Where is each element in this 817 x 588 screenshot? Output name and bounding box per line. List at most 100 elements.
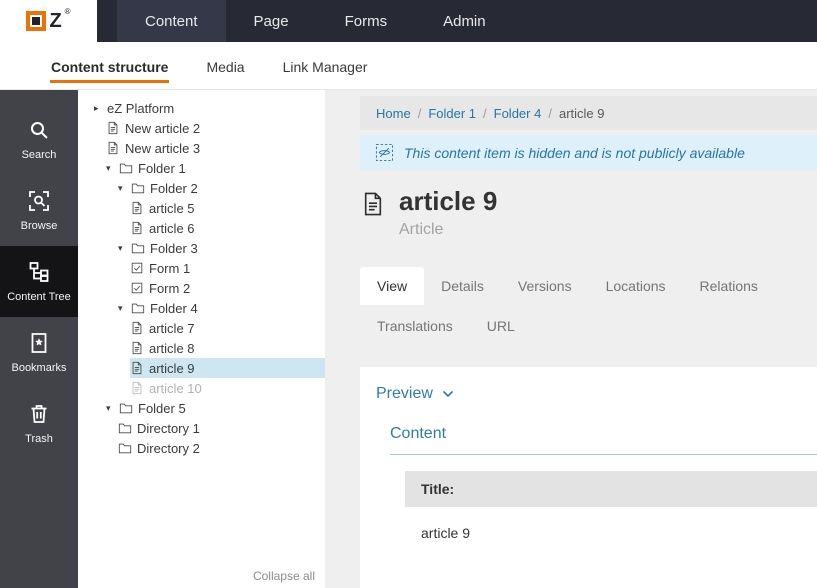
- sidebar-item-label: Content Tree: [7, 291, 71, 303]
- tree-item-folder-3[interactable]: ▾ Folder 3: [78, 238, 325, 258]
- browse-icon: [27, 189, 51, 213]
- tree-row-inner: article 8: [130, 338, 325, 358]
- tree-item-label: Form 2: [149, 281, 190, 296]
- tree-item-label: New article 3: [125, 141, 200, 156]
- app-frame: Search Browse Content Tree Bookmarks Tra…: [0, 90, 817, 588]
- topbar-tab-forms[interactable]: Forms: [317, 0, 416, 42]
- content-section-title: Content: [390, 425, 817, 455]
- tree-item-folder-4[interactable]: ▾ Folder 4: [78, 298, 325, 318]
- tree-item-form-2[interactable]: Form 2: [78, 278, 325, 298]
- preview-label: Preview: [376, 385, 433, 403]
- hidden-content-alert: This content item is hidden and is not p…: [360, 135, 817, 170]
- topbar-tab-content[interactable]: Content: [117, 0, 226, 42]
- tree-item-ez-platform[interactable]: ▸ eZ Platform: [78, 98, 325, 118]
- article-icon: [106, 141, 120, 155]
- tree-row-inner: New article 2: [106, 118, 325, 138]
- tree-row-inner: article 6: [130, 218, 325, 238]
- tree-row-inner: article 10: [130, 378, 325, 398]
- breadcrumb-separator: /: [548, 106, 552, 121]
- tree-item-label: article 8: [149, 341, 195, 356]
- sidebar-item-browse[interactable]: Browse: [0, 175, 78, 246]
- article-icon: [130, 201, 144, 215]
- tab-versions[interactable]: Versions: [501, 267, 589, 305]
- tree-item-folder-1[interactable]: ▾ Folder 1: [78, 158, 325, 178]
- ez-logo-text: Z: [49, 11, 61, 31]
- topbar-tab-admin[interactable]: Admin: [415, 0, 514, 42]
- tree-row-inner: ▾ Folder 2: [118, 178, 325, 198]
- tab-url[interactable]: URL: [470, 307, 532, 345]
- tree-item-article-6[interactable]: article 6: [78, 218, 325, 238]
- tree-item-directory-1[interactable]: Directory 1: [78, 418, 325, 438]
- tree-item-label: Directory 1: [137, 421, 200, 436]
- subnav: Content structure Media Link Manager: [0, 42, 817, 90]
- preview-toggle[interactable]: Preview: [360, 367, 817, 417]
- topbar-tabs: Content Page Forms Admin: [117, 0, 514, 42]
- tree-item-article-5[interactable]: article 5: [78, 198, 325, 218]
- ez-logo[interactable]: Z ®: [0, 0, 97, 42]
- collapse-all-button[interactable]: Collapse all: [253, 569, 315, 583]
- sidebar-item-label: Trash: [25, 433, 53, 445]
- article-icon: [130, 341, 144, 355]
- tree-item-folder-5[interactable]: ▾ Folder 5: [78, 398, 325, 418]
- sidebar-item-bookmarks[interactable]: Bookmarks: [0, 317, 78, 388]
- sidebar-item-trash[interactable]: Trash: [0, 388, 78, 459]
- tree-item-article-10-hidden[interactable]: article 10: [78, 378, 325, 398]
- tree-row-inner: Directory 1: [118, 418, 325, 438]
- sidebar-item-content-tree[interactable]: Content Tree: [0, 246, 78, 317]
- chevron-down-icon: [442, 390, 454, 398]
- sidebar-item-search[interactable]: Search: [0, 104, 78, 175]
- folder-icon: [131, 181, 145, 195]
- tab-details[interactable]: Details: [424, 267, 501, 305]
- breadcrumb: Home / Folder 1 / Folder 4 / article 9: [360, 96, 817, 130]
- tree-item-label: Folder 3: [150, 241, 198, 256]
- tree-item-directory-2[interactable]: Directory 2: [78, 438, 325, 458]
- sidebar-item-label: Browse: [21, 220, 58, 232]
- main-content: Home / Folder 1 / Folder 4 / article 9 T…: [325, 90, 817, 588]
- topbar-tab-page[interactable]: Page: [226, 0, 317, 42]
- tab-relations[interactable]: Relations: [683, 267, 775, 305]
- chevron-down-icon[interactable]: ▾: [106, 158, 119, 178]
- tree-item-article-7[interactable]: article 7: [78, 318, 325, 338]
- sidebar-item-label: Bookmarks: [11, 362, 66, 374]
- page-title: article 9: [399, 186, 497, 216]
- article-icon: [130, 321, 144, 335]
- tab-locations[interactable]: Locations: [589, 267, 683, 305]
- content-type-label: Article: [399, 221, 497, 239]
- search-icon: [27, 118, 51, 142]
- tree-item-new-article-2[interactable]: New article 2: [78, 118, 325, 138]
- chevron-down-icon[interactable]: ▾: [118, 298, 131, 318]
- chevron-down-icon[interactable]: ▾: [118, 178, 131, 198]
- subnav-tab-content-structure[interactable]: Content structure: [50, 53, 169, 83]
- tree-item-label: eZ Platform: [107, 101, 174, 116]
- tab-view[interactable]: View: [360, 267, 424, 305]
- tab-translations[interactable]: Translations: [360, 307, 470, 345]
- tree-item-form-1[interactable]: Form 1: [78, 258, 325, 278]
- tree-item-label: Folder 2: [150, 181, 198, 196]
- subnav-tab-link-manager[interactable]: Link Manager: [282, 53, 369, 83]
- content-tree-panel: ▸ eZ Platform New article 2 New article …: [78, 90, 325, 588]
- tree-row-inner: Form 1: [130, 258, 325, 278]
- breadcrumb-link-folder-1[interactable]: Folder 1: [428, 106, 476, 121]
- tree-row-inner: article 5: [130, 198, 325, 218]
- field-table: Title: article 9: [405, 471, 817, 559]
- tree-item-folder-2[interactable]: ▾ Folder 2: [78, 178, 325, 198]
- field-label-title: Title:: [405, 471, 817, 507]
- left-sidebar: Search Browse Content Tree Bookmarks Tra…: [0, 90, 78, 588]
- tree-row-inner: New article 3: [106, 138, 325, 158]
- content-tabs: View Details Versions Locations Relation…: [360, 267, 817, 345]
- chevron-down-icon[interactable]: ▾: [118, 238, 131, 258]
- chevron-down-icon[interactable]: ▾: [106, 398, 119, 418]
- breadcrumb-link-folder-4[interactable]: Folder 4: [494, 106, 542, 121]
- subnav-tab-media[interactable]: Media: [205, 53, 245, 83]
- tree-item-label: article 9: [149, 361, 195, 376]
- article-icon: [360, 189, 386, 219]
- tree-row-inner: Directory 2: [118, 438, 325, 458]
- content-tree-icon: [27, 260, 51, 284]
- tree-row-inner: ▸ eZ Platform: [94, 98, 325, 118]
- tree-item-article-9-selected[interactable]: article 9: [78, 358, 325, 378]
- tree-item-article-8[interactable]: article 8: [78, 338, 325, 358]
- bookmarks-icon: [27, 331, 51, 355]
- chevron-right-icon[interactable]: ▸: [94, 98, 107, 118]
- breadcrumb-link-home[interactable]: Home: [376, 106, 411, 121]
- tree-item-new-article-3[interactable]: New article 3: [78, 138, 325, 158]
